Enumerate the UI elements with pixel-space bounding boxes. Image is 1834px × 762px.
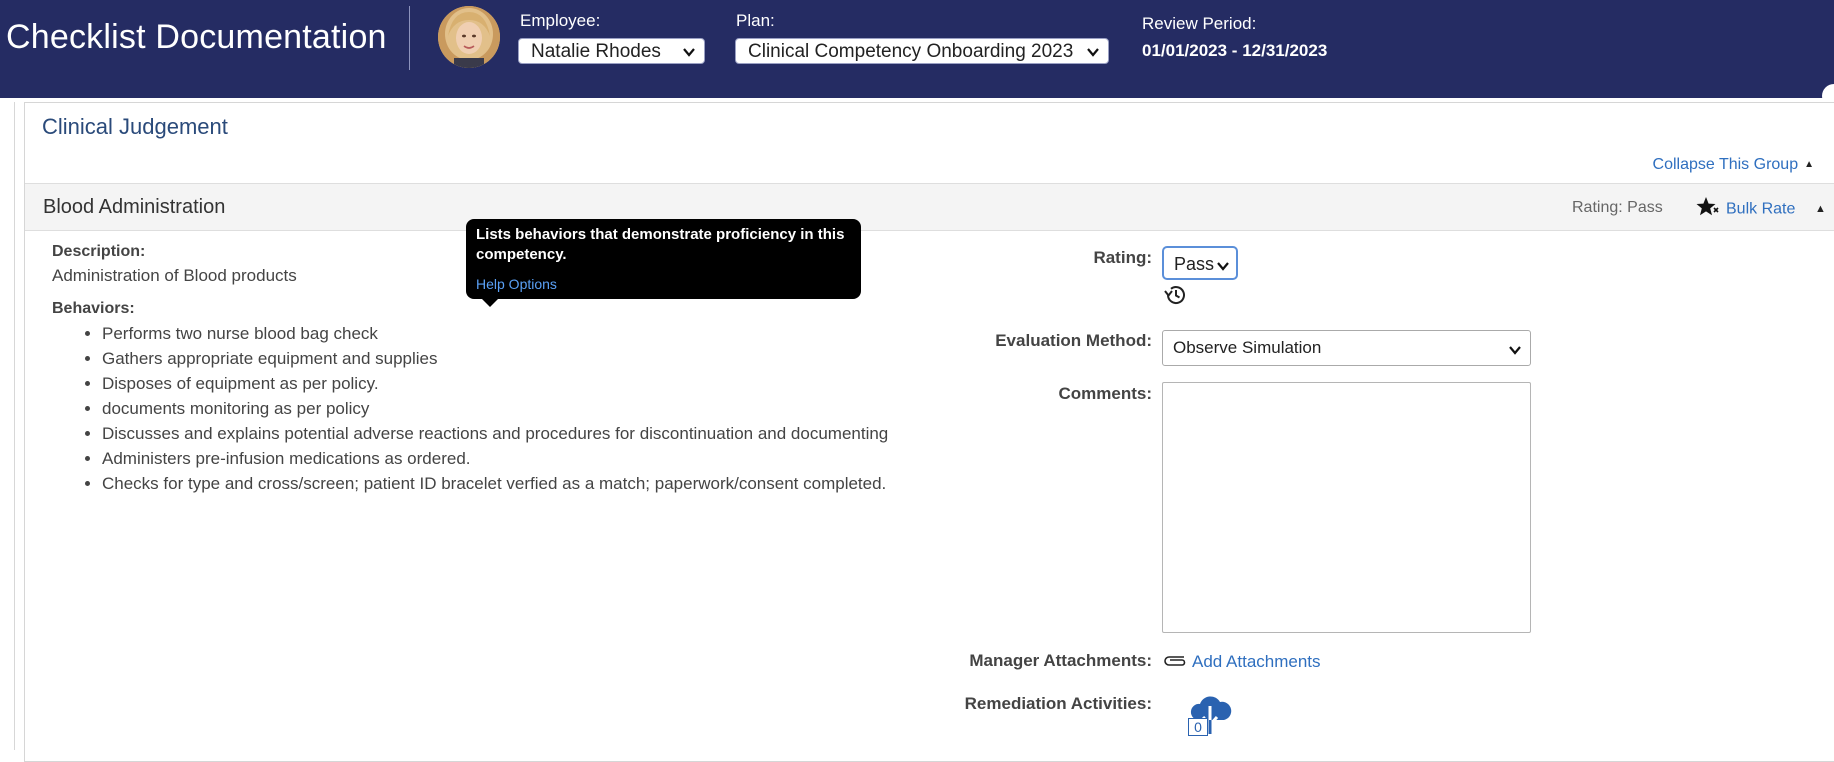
bulk-rate-button[interactable]: Bulk Rate [1696,196,1795,223]
review-period-label: Review Period: [1142,14,1257,33]
help-tooltip: Lists behaviors that demonstrate profici… [466,219,861,307]
chevron-down-icon [1086,43,1100,65]
description-label: Description: [52,243,146,260]
comments-label: Comments: [1058,384,1152,403]
evaluation-method-value: Observe Simulation [1173,338,1322,357]
plan-select-value: Clinical Competency Onboarding 2023 [748,41,1074,62]
remediation-count-badge: 0 [1188,718,1208,736]
behavior-item: Disposes of equipment as per policy. [102,374,888,399]
behaviors-list: Performs two nurse blood bag check Gathe… [68,324,888,499]
description-text: Administration of Blood products [52,266,297,285]
group-title: Clinical Judgement [42,114,228,139]
tooltip-text: Lists behaviors that demonstrate profici… [476,226,845,263]
triangle-up-icon[interactable]: ▲ [1815,203,1826,215]
chevron-down-icon [682,43,696,65]
competency-title: Blood Administration [43,196,226,218]
employee-avatar [438,6,500,68]
chevron-down-icon [1216,257,1230,278]
evaluation-method-label: Evaluation Method: [995,331,1152,350]
star-icon [1696,196,1720,223]
remediation-activities-label: Remediation Activities: [964,694,1152,713]
content-left-border [14,102,15,750]
plan-select[interactable]: Clinical Competency Onboarding 2023 [735,38,1109,64]
add-attachments-label: Add Attachments [1192,652,1321,671]
bulk-rate-label: Bulk Rate [1726,200,1796,218]
comments-textarea[interactable] [1162,382,1531,633]
behavior-item: Administers pre-infusion medications as … [102,449,888,474]
collapse-group-label: Collapse This Group [1652,156,1799,173]
rating-label: Rating: [1093,248,1152,267]
header-divider [409,6,410,70]
tooltip-arrow [482,299,498,307]
behavior-item: Gathers appropriate equipment and suppli… [102,349,888,374]
employee-select-value: Natalie Rhodes [531,41,661,62]
add-attachments-link[interactable]: Add Attachments [1162,652,1321,673]
behavior-item: Performs two nurse blood bag check [102,324,888,349]
rating-summary: Rating: Pass [1572,199,1663,216]
competency-header-bar[interactable] [25,183,1834,231]
history-icon[interactable] [1163,283,1187,312]
help-options-link[interactable]: Help Options [476,276,557,292]
plan-label: Plan: [736,11,775,30]
review-period-value: 01/01/2023 - 12/31/2023 [1142,41,1328,60]
app-header: Checklist Documentation Employee: Natali… [0,0,1834,108]
behaviors-label: Behaviors: [52,300,135,317]
collapse-group-link[interactable]: Collapse This Group ▲ [1653,156,1814,174]
behavior-item: documents monitoring as per policy [102,399,888,424]
behavior-item: Discusses and explains potential adverse… [102,424,888,449]
rating-select[interactable]: Pass [1162,246,1238,280]
triangle-up-icon: ▲ [1804,159,1814,170]
rating-select-value: Pass [1174,254,1215,274]
chevron-down-icon [1508,342,1522,362]
behavior-item: Checks for type and cross/screen; patien… [102,474,888,499]
page-title: Checklist Documentation [6,18,387,56]
employee-select[interactable]: Natalie Rhodes [518,38,705,64]
manager-attachments-label: Manager Attachments: [969,651,1152,670]
employee-label: Employee: [520,11,601,30]
paperclip-icon [1162,653,1188,673]
evaluation-method-select[interactable]: Observe Simulation [1162,330,1531,366]
